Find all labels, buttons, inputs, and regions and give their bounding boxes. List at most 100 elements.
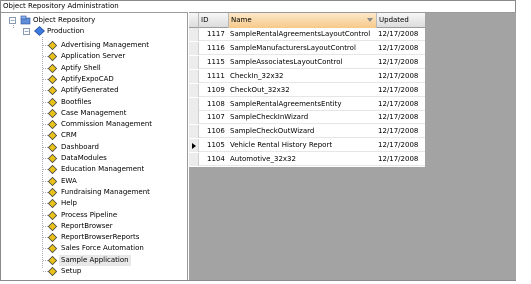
tree-item[interactable]: ReportBrowserReports (1, 232, 186, 243)
cell-updated: 12/17/2008 (378, 127, 419, 136)
row-indicator[interactable] (189, 111, 199, 125)
tree-item[interactable]: AptifyExpoCAD (1, 74, 186, 85)
row-indicator-header (189, 13, 199, 28)
tree-root-node[interactable]: − Object Repository (1, 15, 181, 26)
tree-item[interactable]: Sample Application (1, 254, 186, 266)
tree-item-label: Education Management (61, 165, 145, 174)
tree-item[interactable]: Application Server (1, 51, 186, 62)
tree-item[interactable]: Bootfiles (1, 97, 186, 108)
tree-item-label: Fundraising Management (61, 187, 150, 196)
row-indicator[interactable] (189, 97, 199, 111)
cell-updated: 12/17/2008 (378, 113, 419, 122)
cell-id: 1115 (207, 57, 225, 66)
tree-item[interactable]: Fundraising Management (1, 187, 186, 198)
tree-item-label: Dashboard (61, 142, 99, 151)
cell-id: 1106 (207, 127, 225, 136)
row-indicator[interactable] (189, 153, 199, 167)
diamond-object-icon (48, 154, 57, 163)
row-indicator[interactable] (189, 55, 199, 69)
cell-id: 1108 (207, 99, 225, 108)
tree-item-label: Application Server (61, 52, 126, 61)
cell-name: Automotive_32x32 (230, 155, 296, 164)
table-row[interactable]: 1107 SampleCheckInWizard 12/17/2008 (189, 111, 425, 125)
cell-id: 1117 (207, 30, 225, 38)
table-row[interactable]: 1109 CheckOut_32x32 12/17/2008 (189, 83, 425, 97)
diamond-object-icon (48, 74, 57, 84)
cell-updated: 12/17/2008 (378, 43, 419, 52)
tree-item[interactable]: Commission Management (1, 119, 186, 130)
table-row[interactable]: 1105 Vehicle Rental History Report 12/17/2… (189, 139, 425, 153)
cell-updated: 12/17/2008 (378, 99, 419, 108)
cell-updated: 12/17/2008 (378, 30, 419, 38)
tree-item-label: Aptify Shell (61, 63, 101, 72)
tree-item-label: Advertising Management (61, 41, 149, 49)
table-row[interactable]: 1104 Automotive_32x32 12/17/2008 (189, 153, 425, 167)
cell-updated: 12/17/2008 (378, 155, 419, 164)
tree-item-label: Commission Management (61, 120, 153, 129)
row-indicator[interactable] (189, 41, 199, 55)
table-row[interactable]: 1115 SampleAssociatesLayoutControl 12/17/2… (189, 55, 425, 69)
tree-item-label: AptifyExpoCAD (61, 74, 114, 83)
tree-item-label: ReportBrowser (61, 221, 113, 230)
production-folder-icon (34, 26, 45, 36)
grid-body: 1117 SampleRentalAgreementsLayoutControl 1… (189, 28, 425, 167)
tree-item-label: DataModules (61, 154, 107, 162)
cell-updated: 12/17/2008 (378, 71, 419, 80)
table-row[interactable]: 1117 SampleRentalAgreementsLayoutControl 1… (189, 28, 425, 41)
row-indicator[interactable] (189, 139, 199, 153)
objects-grid[interactable]: ID Name Updated 1117 SampleRentalAgreemen… (189, 12, 516, 280)
tree-item[interactable]: CRM (1, 130, 186, 141)
row-indicator[interactable] (189, 125, 199, 139)
table-row[interactable]: 1111 CheckIn_32x32 12/17/2008 (189, 69, 425, 83)
tree-item-label: AptifyGenerated (61, 86, 119, 95)
collapse-root-icon[interactable]: − (9, 17, 16, 24)
cell-updated: 12/17/2008 (378, 141, 419, 150)
tree-item-label: Bootfiles (61, 97, 92, 106)
cell-name: SampleManufacturersLayoutControl (230, 43, 356, 52)
diamond-object-icon (48, 244, 57, 254)
repository-tree[interactable]: − Object Repository − Production Adverti… (1, 12, 188, 280)
cell-name: SampleRentalAgreementsLayoutControl (230, 30, 371, 38)
diamond-object-icon (48, 142, 57, 152)
tree-folder-production[interactable]: − Production (1, 26, 181, 37)
tree-item[interactable]: Sales Force Automation (1, 243, 186, 254)
column-header-name-label: Name (231, 16, 252, 24)
tree-item[interactable]: Advertising Management (1, 40, 186, 51)
tree-item[interactable]: Help (1, 198, 186, 209)
tree-item[interactable]: Education Management (1, 164, 186, 175)
tree-item[interactable]: Process Pipeline (1, 210, 186, 221)
table-row[interactable]: 1108 SampleRentalAgreementsEntity 12/17/20… (189, 97, 425, 111)
object-repository-window: Object Repository Administration − Objec… (0, 0, 516, 281)
column-header-name[interactable]: Name (229, 13, 377, 28)
tree-item[interactable]: Dashboard (1, 142, 186, 153)
cell-id: 1111 (207, 71, 225, 80)
cell-id: 1109 (207, 85, 225, 94)
tree-item[interactable]: EWA (1, 176, 186, 187)
table-row[interactable]: 1106 SampleCheckOutWizard 12/17/2008 (189, 125, 425, 139)
column-header-updated-label: Updated (379, 16, 409, 24)
tree-item[interactable]: Case Management (1, 108, 186, 119)
window-title: Object Repository Administration (1, 1, 515, 12)
table-row[interactable]: 1116 SampleManufacturersLayoutControl 12/1… (189, 41, 425, 55)
cell-name: SampleCheckInWizard (230, 113, 309, 122)
tree-item-label: Case Management (61, 108, 127, 117)
tree-item[interactable]: Aptify Shell (1, 63, 186, 74)
row-indicator[interactable] (189, 83, 199, 97)
tree-item[interactable]: AptifyGenerated (1, 85, 186, 96)
tree-item-label: Setup (61, 267, 82, 275)
cell-id: 1104 (207, 155, 225, 164)
column-header-id[interactable]: ID (199, 13, 229, 28)
tree-item[interactable]: Setup (1, 266, 186, 277)
row-indicator[interactable] (189, 28, 199, 41)
cell-name: Vehicle Rental History Report (230, 141, 333, 150)
column-header-updated[interactable]: Updated (377, 13, 425, 28)
tree-item[interactable]: DataModules (1, 153, 186, 164)
diamond-object-icon (48, 267, 57, 276)
tree-item-label: Help (61, 199, 77, 208)
diamond-object-icon (48, 176, 57, 186)
tree-item[interactable]: ReportBrowser (1, 221, 186, 232)
row-indicator[interactable] (189, 69, 199, 83)
cell-name: CheckOut_32x32 (230, 85, 290, 94)
tree-item-label: Sales Force Automation (61, 244, 144, 253)
collapse-folder-icon[interactable]: − (23, 28, 30, 35)
